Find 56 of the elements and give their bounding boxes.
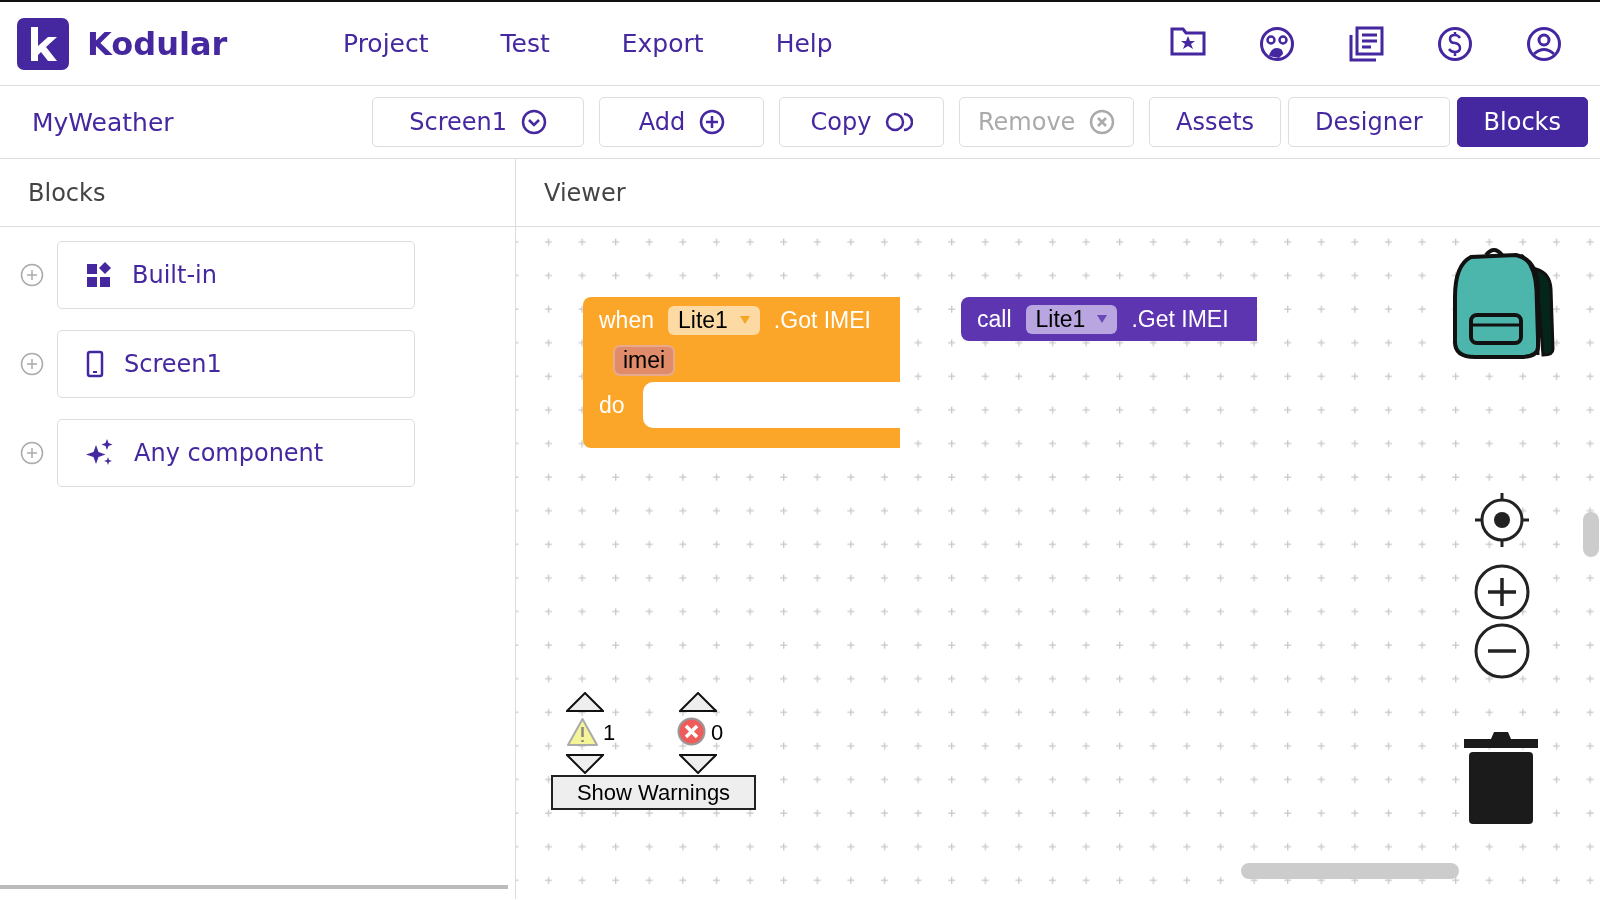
error-count: 0 bbox=[711, 720, 724, 746]
view-tab[interactable]: Blocks bbox=[1456, 97, 1588, 147]
error-icon bbox=[677, 717, 706, 746]
phone-icon bbox=[86, 350, 104, 378]
documents-icon[interactable] bbox=[1348, 25, 1384, 62]
scrollbar[interactable] bbox=[1241, 863, 1459, 879]
dollar-icon[interactable] bbox=[1437, 25, 1473, 62]
app-name: Kodular bbox=[87, 24, 229, 63]
block-keyword: call bbox=[977, 305, 1012, 333]
toolbar-button[interactable]: Screen1 bbox=[371, 97, 585, 147]
recenter-icon[interactable] bbox=[1474, 492, 1530, 548]
next-warning-arrow[interactable] bbox=[566, 754, 604, 774]
component-dropdown[interactable]: Lite1 bbox=[668, 305, 760, 335]
menu-item[interactable]: Test bbox=[464, 29, 586, 58]
add-icon bbox=[699, 109, 726, 135]
zoom-out-icon[interactable] bbox=[1474, 623, 1530, 679]
block-keyword: do bbox=[598, 391, 626, 419]
view-tab[interactable]: Designer bbox=[1288, 97, 1450, 147]
parameter-chip[interactable]: imei bbox=[613, 345, 676, 376]
face-icon[interactable] bbox=[1259, 25, 1295, 62]
event-block[interactable]: when Lite1 .Got IMEI imei do bbox=[583, 297, 900, 448]
project-name: MyWeather bbox=[31, 107, 175, 137]
account-icon[interactable] bbox=[1526, 25, 1562, 62]
sparkles-icon bbox=[86, 439, 114, 467]
toolbar-button[interactable]: Copy bbox=[779, 97, 945, 147]
dropdown-icon bbox=[521, 109, 548, 135]
menu-item[interactable]: Help bbox=[739, 29, 869, 58]
widgets-icon bbox=[86, 262, 112, 288]
logo-icon bbox=[17, 17, 69, 70]
menu-item[interactable]: Project bbox=[307, 29, 465, 58]
panel-title: Blocks bbox=[0, 159, 515, 227]
menu-item[interactable]: Export bbox=[585, 29, 740, 58]
copy-icon bbox=[885, 111, 914, 133]
scrollbar[interactable] bbox=[1583, 512, 1599, 557]
toolbar-button[interactable]: Add bbox=[599, 97, 765, 147]
component-dropdown[interactable]: Lite1 bbox=[1025, 304, 1118, 334]
caret-icon bbox=[1097, 315, 1108, 323]
palette-item[interactable]: Any component bbox=[57, 419, 415, 487]
remove-icon bbox=[1089, 109, 1116, 135]
next-error-arrow[interactable] bbox=[679, 754, 717, 774]
warning-icon bbox=[567, 718, 598, 746]
block-keyword: when bbox=[599, 306, 654, 334]
zoom-in-icon[interactable] bbox=[1474, 564, 1530, 620]
warning-count: 1 bbox=[603, 720, 616, 746]
palette-item[interactable]: Screen1 bbox=[57, 330, 415, 398]
previous-warning-arrow[interactable] bbox=[566, 692, 604, 712]
caret-icon bbox=[739, 316, 750, 324]
view-tab[interactable]: Assets bbox=[1149, 97, 1282, 147]
folder-star-icon[interactable] bbox=[1170, 25, 1206, 56]
trash-icon[interactable] bbox=[1464, 732, 1538, 824]
call-block[interactable]: call Lite1 .Get IMEI bbox=[961, 297, 1257, 341]
scrollbar[interactable] bbox=[0, 885, 508, 889]
event-name: .Got IMEI bbox=[773, 306, 871, 334]
palette-item[interactable]: Built-in bbox=[57, 241, 415, 309]
previous-error-arrow[interactable] bbox=[679, 692, 717, 712]
method-name: .Get IMEI bbox=[1131, 305, 1229, 333]
